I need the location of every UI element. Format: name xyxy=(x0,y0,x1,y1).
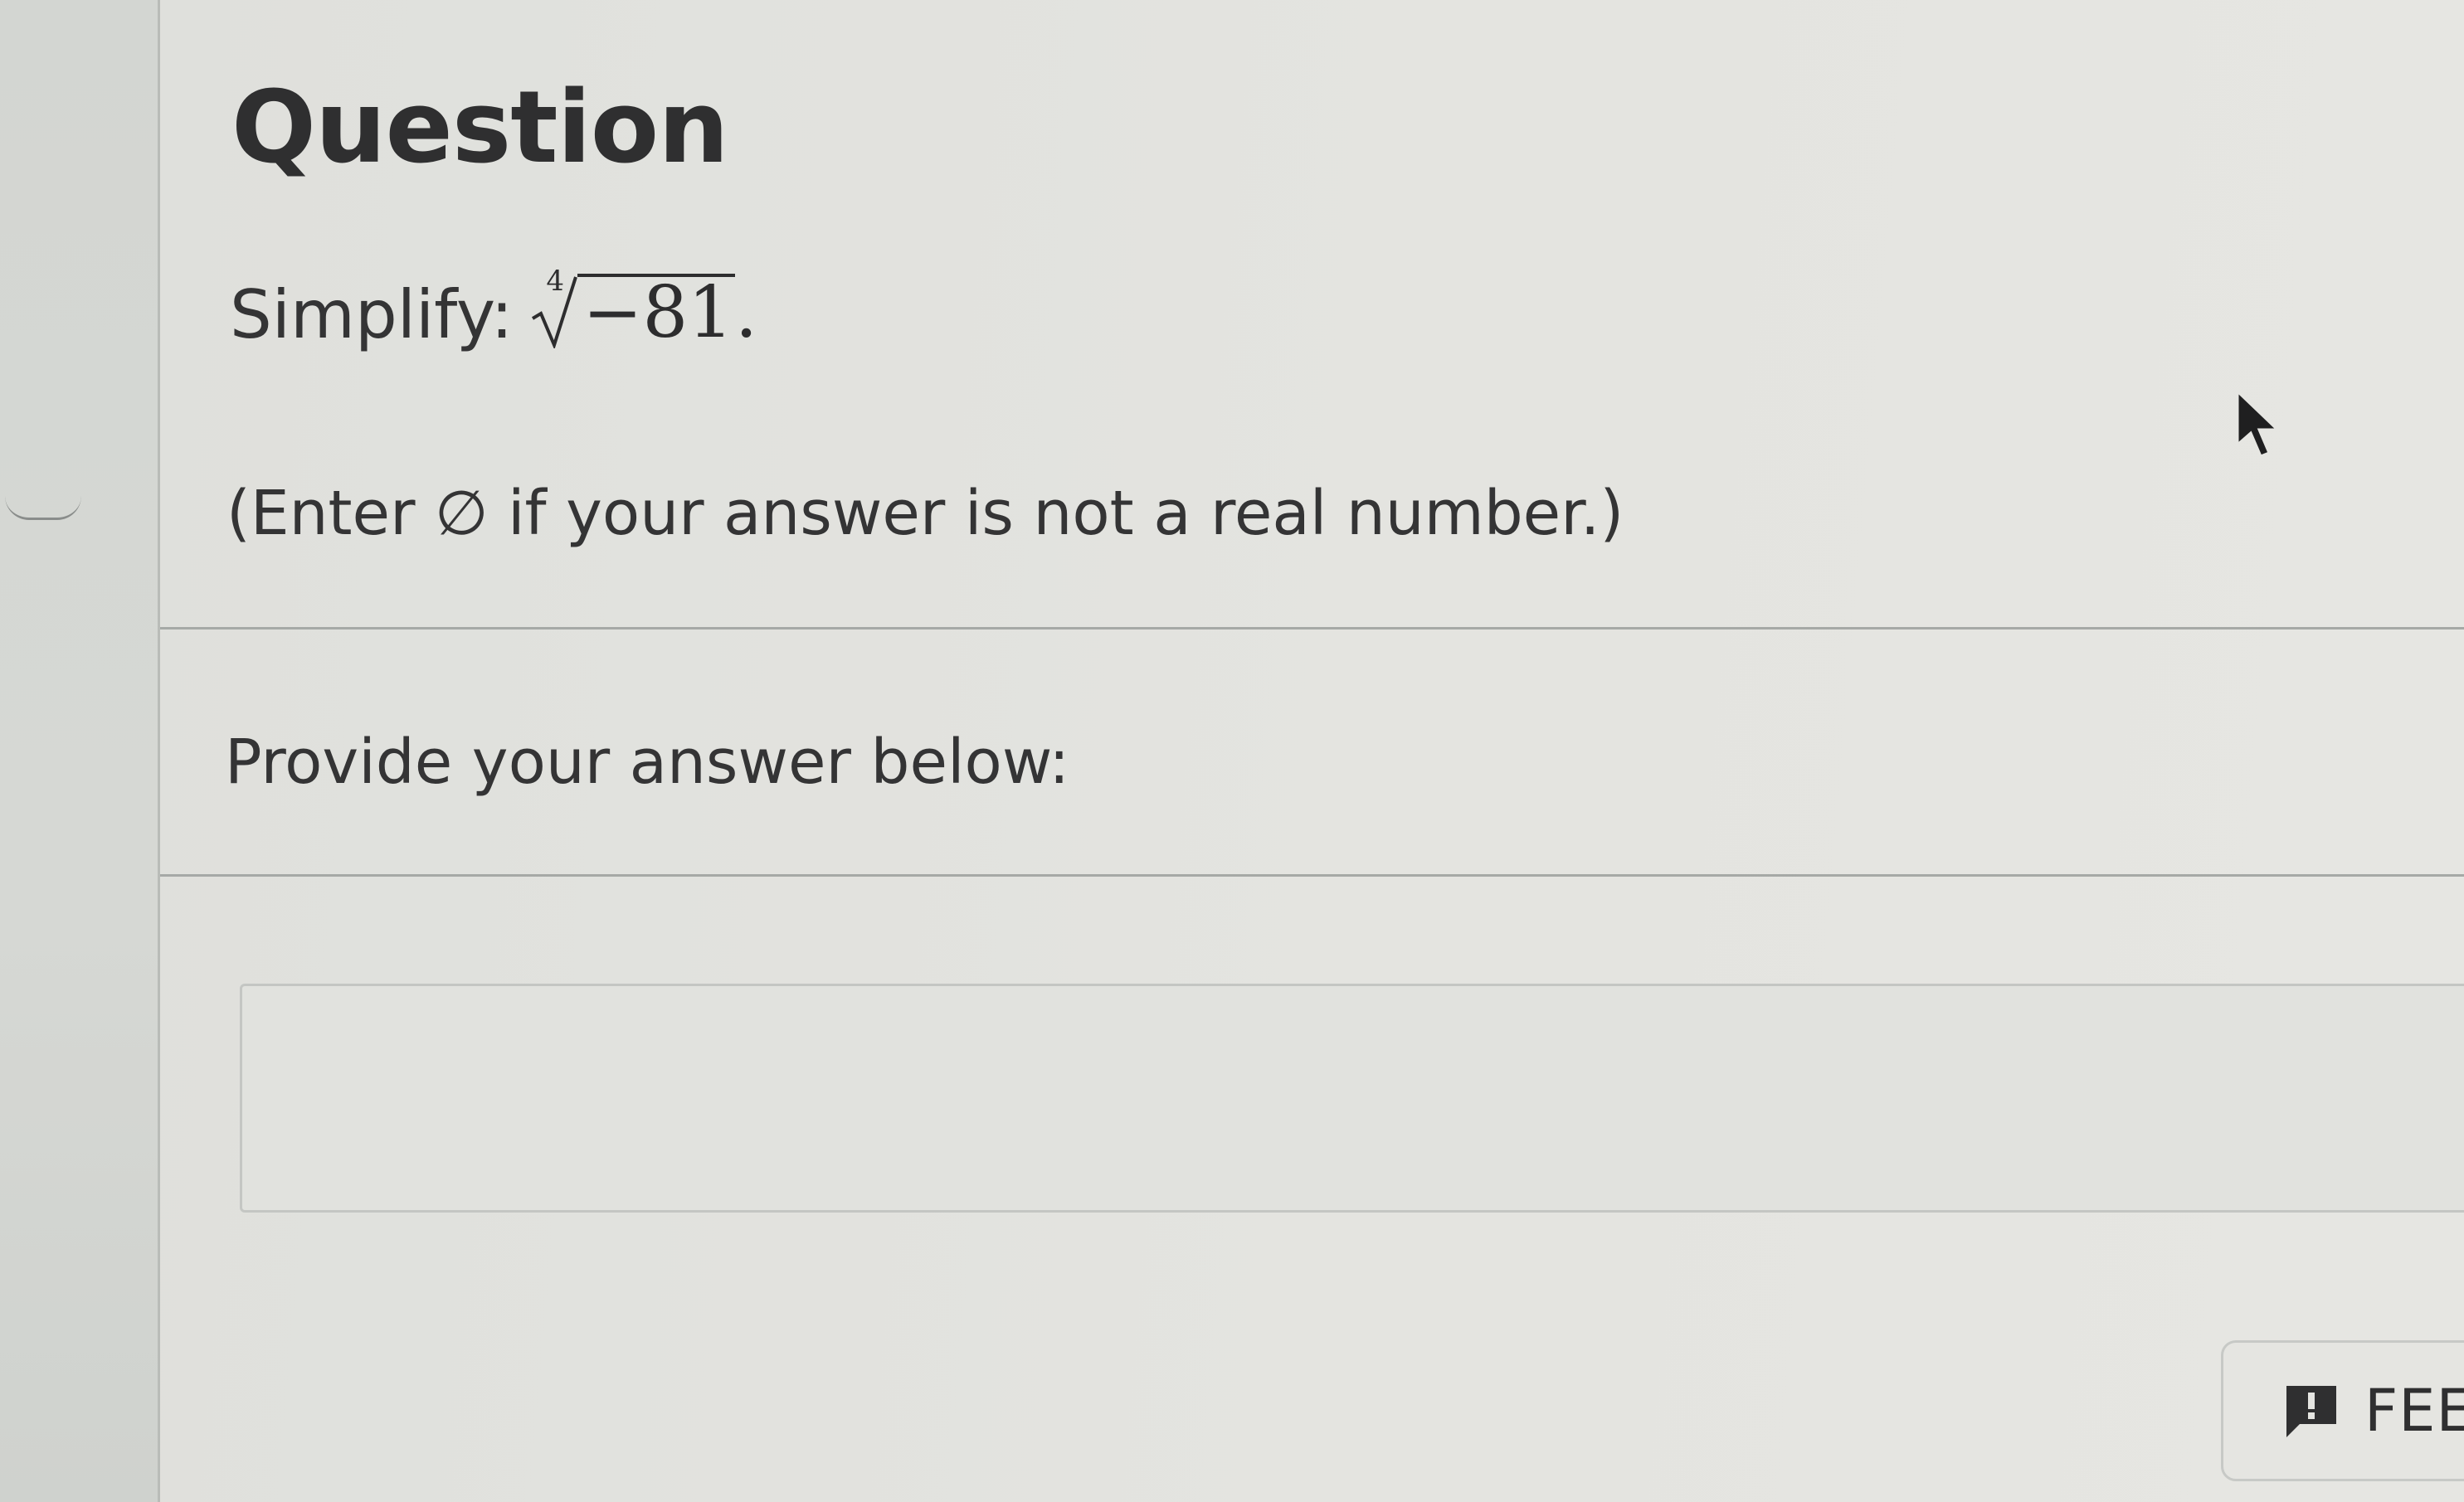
answer-prompt: Provide your answer below: xyxy=(225,727,1070,798)
radical-index: 4 xyxy=(546,265,565,298)
feedback-flag-icon xyxy=(2286,1386,2336,1437)
fourth-root-expression: 4 −81 xyxy=(531,267,735,348)
divider xyxy=(160,874,2464,877)
question-text: Simplify: 4 −81 . xyxy=(230,267,758,354)
question-prefix: Simplify: xyxy=(230,276,514,353)
question-suffix: . xyxy=(734,271,758,354)
instruction-hint: (Enter ∅ if your answer is not a real nu… xyxy=(226,478,1624,549)
feedback-label: FEE xyxy=(2364,1377,2464,1445)
radicand: −81 xyxy=(577,274,735,348)
answer-input[interactable] xyxy=(240,984,2464,1213)
question-panel: Question Simplify: 4 −81 . (Enter ∅ if y… xyxy=(158,0,2464,1502)
divider xyxy=(160,627,2464,629)
gutter-mark xyxy=(5,496,81,520)
page-title: Question xyxy=(231,70,729,186)
mouse-cursor-icon xyxy=(2236,390,2281,458)
left-gutter xyxy=(0,0,158,1502)
feedback-button[interactable]: FEE xyxy=(2221,1340,2464,1481)
